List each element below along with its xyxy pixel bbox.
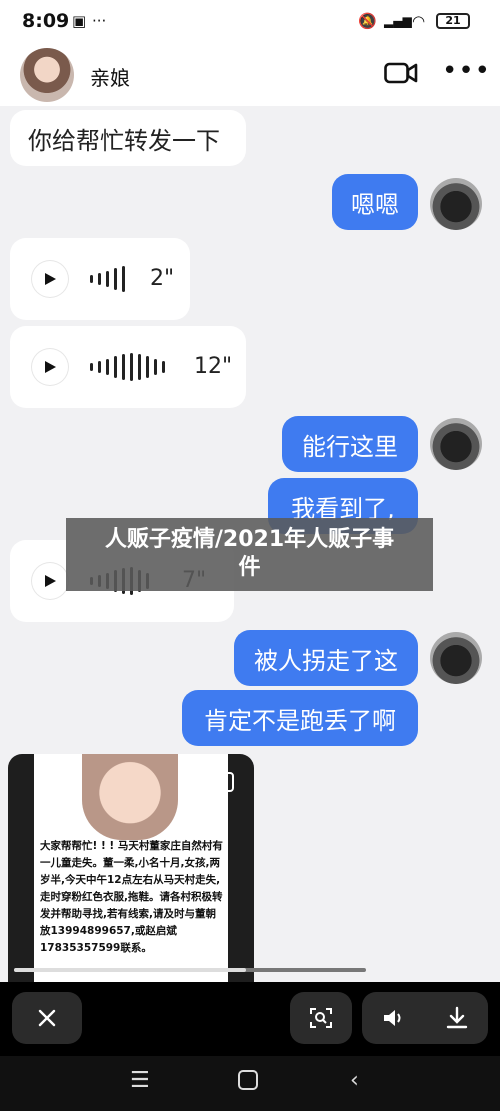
image-message[interactable]: 大家帮帮忙! ! ! 马天村董家庄自然村有一儿童走失。董一柔,小名十月,女孩,两… [8,754,254,982]
voice-message[interactable]: 2" [10,238,190,320]
contact-name: 亲娘 [90,66,130,90]
close-button[interactable] [12,992,82,1044]
wifi-icon: ◠ [412,12,426,30]
child-photo [82,754,178,840]
title-line: 人贩子疫情/2021年人贩子事 [104,527,395,552]
recent-apps-icon[interactable]: ☰ [130,1068,150,1093]
status-time: 8:09 [22,10,70,32]
mute-icon: 🔕 [358,12,377,30]
viewer-progress[interactable] [14,968,366,972]
missing-child-notice: 大家帮帮忙! ! ! 马天村董家庄自然村有一儿童走失。董一柔,小名十月,女孩,两… [34,754,228,982]
video-call-icon[interactable] [384,62,418,84]
message-out: 能行这里 [282,416,418,472]
app-notification-icon: ▣ [72,12,87,30]
play-icon[interactable] [32,349,68,385]
message-out: 肯定不是跑丢了啊 [182,690,418,746]
chat-header: 亲娘 ••• [0,44,500,106]
message-out: 嗯嗯 [332,174,418,230]
message-text: 肯定不是跑丢了啊 [204,706,396,735]
battery-indicator: 21 [436,13,470,29]
voice-message[interactable]: 12" [10,326,246,408]
message-text: 嗯嗯 [351,190,399,219]
gallery-icon [214,772,234,792]
message-text: 你给帮忙转发一下 [28,126,220,155]
voice-waveform [90,265,125,293]
scan-button[interactable] [290,992,352,1044]
play-icon[interactable] [32,563,68,599]
home-icon[interactable] [238,1070,258,1090]
voice-waveform [90,353,165,381]
title-overlay: 人贩子疫情/2021年人贩子事 件 [66,518,433,591]
voice-duration: 12" [194,354,233,379]
scan-icon [310,1008,332,1028]
speaker-icon[interactable] [382,1007,406,1029]
message-text: 能行这里 [302,432,398,461]
more-icon[interactable]: ••• [442,56,491,86]
title-line: 件 [238,555,261,580]
viewer-progress-fill [14,968,247,972]
play-icon[interactable] [32,261,68,297]
message-in: 你给帮忙转发一下 [10,110,246,166]
status-bar: 8:09 ▣ ··· 🔕 ▂▄▆ ◠ 21 [0,0,500,44]
message-text: 被人拐走了这 [254,646,398,675]
back-icon[interactable]: ‹ [350,1068,359,1093]
my-avatar[interactable] [430,632,482,684]
my-avatar[interactable] [430,178,482,230]
more-notifications-icon: ··· [92,12,107,30]
download-icon[interactable] [446,1006,468,1030]
notice-text: 大家帮帮忙! ! ! 马天村董家庄自然村有一儿童走失。董一柔,小名十月,女孩,两… [40,840,223,954]
voice-duration: 2" [150,266,175,291]
close-icon [38,1009,56,1027]
contact-avatar[interactable] [20,48,74,102]
signal-icon: ▂▄▆ [384,14,412,28]
media-controls [362,992,488,1044]
chat-screenshot: 亲娘 ••• 你给帮忙转发一下 嗯嗯 2" 12" 能行这里 我看到了, 被人拐… [0,44,500,982]
my-avatar[interactable] [430,418,482,470]
message-out: 被人拐走了这 [234,630,418,686]
